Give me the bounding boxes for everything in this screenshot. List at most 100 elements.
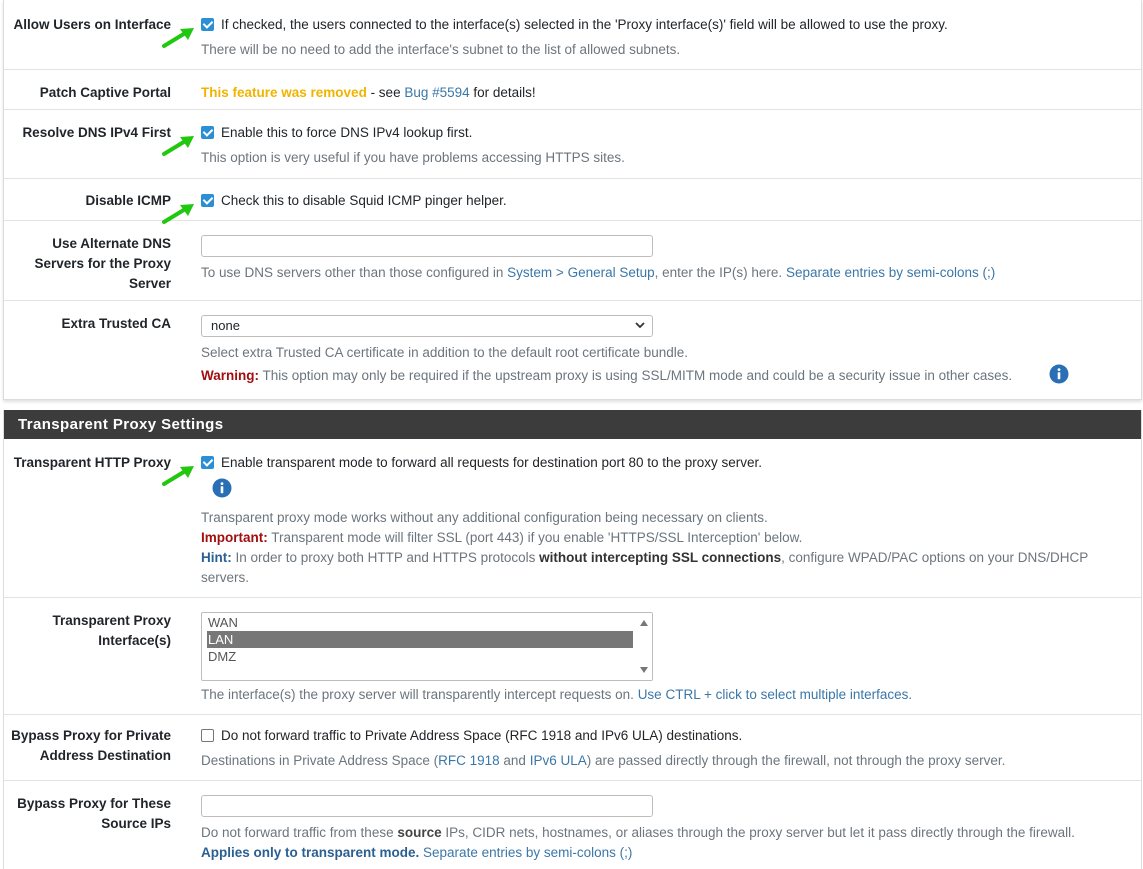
label-bypass-private-line2: Address Destination — [39, 748, 171, 763]
allow-users-checkbox[interactable] — [201, 18, 214, 31]
label-resolve-dns: Resolve DNS IPv4 First — [22, 125, 171, 140]
bypass-private-checkbox[interactable] — [201, 729, 214, 742]
hint-text-1: In order to proxy both HTTP and HTTPS pr… — [231, 550, 540, 565]
bypass-source-separate-link[interactable]: Separate entries by semi-colons (;) — [419, 845, 632, 860]
transparent-proxy-heading: Transparent Proxy Settings — [4, 410, 1141, 439]
hint-text-2: , configure WPAD/PAC options on your DNS… — [781, 550, 1089, 565]
disable-icmp-checkbox-line: Check this to disable Squid ICMP pinger … — [201, 191, 507, 211]
label-bypass-source: Bypass Proxy for These Source IPs — [4, 794, 171, 834]
bypass-source-help-suffix: IPs, CIDR nets, hostnames, or aliases th… — [441, 825, 1075, 840]
label-interfaces-line1: Transparent Proxy — [52, 613, 171, 628]
hint-bold: without intercepting SSL connections — [539, 550, 782, 565]
bypass-source-help: Do not forward traffic from these source… — [201, 823, 1075, 843]
arrow-icon — [162, 204, 194, 224]
label-alt-dns: Use Alternate DNS Servers for the Proxy … — [4, 234, 171, 294]
row-transparent-interfaces: Transparent Proxy Interface(s) WAN LAN D… — [4, 598, 1141, 715]
allow-users-checkbox-line: If checked, the users connected to the i… — [201, 15, 948, 35]
resolve-dns-checkbox[interactable] — [201, 126, 214, 139]
transparent-http-checkbox-line: Enable transparent mode to forward all r… — [201, 453, 762, 473]
alt-dns-help-prefix: To use DNS servers other than those conf… — [201, 265, 508, 280]
interface-option-lan[interactable]: LAN — [207, 631, 633, 648]
warning-text: This option may only be required if the … — [259, 368, 1013, 383]
interface-option-dmz[interactable]: DMZ — [207, 648, 633, 665]
ctrl-click-link[interactable]: Use CTRL + click to select multiple inte… — [638, 687, 912, 702]
interfaces-help-prefix: The interface(s) the proxy server will t… — [201, 687, 638, 702]
applies-only-text: Applies only to transparent mode. — [201, 845, 420, 860]
bypass-source-help-prefix: Do not forward traffic from these — [201, 825, 398, 840]
ipv6-ula-link[interactable]: IPv6 ULA — [530, 753, 587, 768]
bypass-private-help-prefix: Destinations in Private Address Space ( — [201, 753, 439, 768]
extra-ca-selected-value: none — [211, 318, 240, 333]
disable-icmp-checkbox[interactable] — [201, 194, 214, 207]
label-allow-users: Allow Users on Interface — [13, 17, 171, 32]
label-disable-icmp: Disable ICMP — [85, 193, 171, 208]
info-icon[interactable] — [212, 478, 232, 498]
disable-icmp-checkbox-text: Check this to disable Squid ICMP pinger … — [221, 193, 507, 208]
feature-removed-text: This feature was removed — [201, 85, 367, 100]
transparent-help-1: Transparent proxy mode works without any… — [201, 510, 768, 525]
label-transparent-http: Transparent HTTP Proxy — [13, 455, 171, 470]
warning-label: Warning: — [201, 368, 259, 383]
see-text: - see — [366, 85, 405, 100]
bypass-private-checkbox-text: Do not forward traffic to Private Addres… — [221, 728, 743, 743]
transparent-important: Important: Transparent mode will filter … — [201, 528, 802, 548]
extra-ca-help: Select extra Trusted CA certificate in a… — [201, 345, 689, 360]
label-bypass-source-line2: Source IPs — [101, 816, 171, 831]
scroll-up-icon[interactable] — [639, 619, 649, 627]
arrow-icon — [162, 136, 194, 156]
info-icon[interactable] — [1049, 364, 1069, 384]
transparent-http-checkbox-text: Enable transparent mode to forward all r… — [221, 455, 763, 470]
label-interfaces-line2: Interface(s) — [98, 633, 171, 648]
arrow-icon — [162, 28, 194, 48]
interfaces-help: The interface(s) the proxy server will t… — [201, 685, 912, 705]
interface-option-wan[interactable]: WAN — [207, 614, 633, 631]
resolve-dns-help: This option is very useful if you have p… — [201, 150, 625, 165]
system-general-setup-link[interactable]: System > General Setup — [507, 265, 654, 280]
label-alt-dns-line2: Servers for the Proxy — [34, 256, 171, 271]
bypass-source-input[interactable] — [201, 795, 653, 817]
hint-label: Hint: — [201, 550, 232, 565]
label-bypass-private-line1: Bypass Proxy for Private — [11, 728, 171, 743]
label-alt-dns-line1: Use Alternate DNS — [52, 236, 171, 251]
important-text: Transparent mode will filter SSL (port 4… — [267, 530, 803, 545]
alt-dns-help: To use DNS servers other than those conf… — [201, 263, 995, 283]
details-text: for details! — [469, 85, 536, 100]
interfaces-scrollbar[interactable] — [636, 613, 652, 680]
allow-users-help: There will be no need to add the interfa… — [201, 42, 681, 57]
bypass-private-help: Destinations in Private Address Space (R… — [201, 751, 1005, 771]
row-extra-ca: Extra Trusted CA none Select extra Trust… — [4, 301, 1141, 399]
transparent-http-checkbox[interactable] — [201, 456, 214, 469]
label-extra-ca: Extra Trusted CA — [61, 316, 171, 331]
bypass-private-checkbox-line: Do not forward traffic to Private Addres… — [201, 726, 742, 746]
resolve-dns-checkbox-text: Enable this to force DNS IPv4 lookup fir… — [221, 125, 473, 140]
transparent-hint: Hint: In order to proxy both HTTP and HT… — [201, 548, 1088, 568]
bypass-source-applies: Applies only to transparent mode. Separa… — [201, 843, 632, 863]
transparent-hint-cont: servers. — [201, 570, 250, 585]
label-bypass-private: Bypass Proxy for Private Address Destina… — [4, 726, 171, 766]
chevron-down-icon — [635, 322, 645, 329]
label-bypass-source-line1: Bypass Proxy for These — [17, 796, 171, 811]
bug-link[interactable]: Bug #5594 — [404, 85, 469, 100]
interfaces-multiselect[interactable]: WAN LAN DMZ — [201, 612, 653, 681]
row-alt-dns: Use Alternate DNS Servers for the Proxy … — [4, 221, 1141, 301]
arrow-icon — [162, 466, 194, 486]
allow-users-checkbox-text: If checked, the users connected to the i… — [221, 17, 948, 32]
label-patch-captive: Patch Captive Portal — [39, 85, 171, 100]
bypass-private-help-suffix: ) are passed directly through the firewa… — [586, 753, 1006, 768]
rfc1918-link[interactable]: RFC 1918 — [438, 753, 500, 768]
row-bypass-private: Bypass Proxy for Private Address Destina… — [4, 715, 1141, 781]
alt-dns-input[interactable] — [201, 235, 653, 257]
extra-ca-warning: Warning: This option may only be require… — [201, 366, 1012, 386]
label-transparent-interfaces: Transparent Proxy Interface(s) — [4, 611, 171, 651]
separate-entries-link[interactable]: Separate entries by semi-colons (;) — [786, 265, 995, 280]
bypass-source-help-bold: source — [397, 825, 442, 840]
alt-dns-help-mid: , enter the IP(s) here. — [654, 265, 786, 280]
row-bypass-source: Bypass Proxy for These Source IPs Do not… — [4, 781, 1141, 869]
important-label: Important: — [201, 530, 268, 545]
extra-ca-select[interactable]: none — [201, 315, 653, 337]
patch-captive-text: This feature was removed - see Bug #5594… — [201, 83, 536, 103]
resolve-dns-checkbox-line: Enable this to force DNS IPv4 lookup fir… — [201, 123, 472, 143]
bypass-private-help-and: and — [499, 753, 530, 768]
scroll-down-icon[interactable] — [639, 666, 649, 674]
label-alt-dns-line3: Server — [128, 276, 171, 291]
